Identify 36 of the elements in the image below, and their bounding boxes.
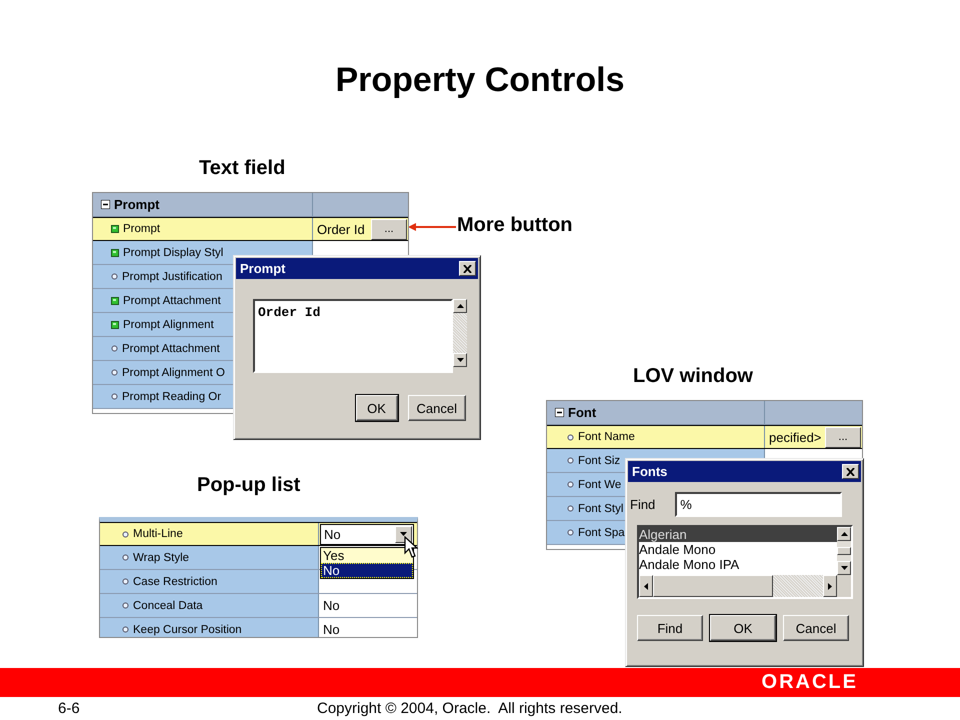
property-value: pecified>	[769, 430, 822, 444]
property-name: Font Siz	[578, 454, 620, 466]
property-name: Font We	[578, 478, 622, 490]
category-name: Font	[568, 405, 596, 420]
property-value: No	[323, 598, 340, 613]
property-name: Font Spa	[578, 526, 625, 538]
property-name: Wrap Style	[133, 552, 190, 564]
callout-label: Pop-up list	[197, 473, 300, 497]
dropdown-value: No	[323, 526, 342, 542]
dialog-title: Fonts	[632, 464, 668, 479]
property-name: Prompt	[123, 223, 160, 235]
field-label: Find	[630, 497, 656, 512]
property-name: Prompt Attachment	[123, 294, 221, 306]
logo: ORACLE	[762, 671, 858, 694]
property-name: Prompt Alignment O	[122, 366, 225, 378]
property-name: Prompt Attachment	[122, 342, 220, 354]
property-name: Prompt Reading Or	[122, 390, 222, 402]
callout-label: More button	[457, 213, 573, 237]
property-name: Case Restriction	[133, 576, 218, 588]
property-value: No	[323, 622, 340, 637]
find-value: %	[680, 497, 692, 512]
copyright-text: Copyright © 2004, Oracle. All rights reserved.	[317, 700, 622, 717]
property-name: Font Styl	[578, 502, 624, 514]
property-name: Font Name	[578, 431, 635, 443]
callout-label: Text field	[199, 156, 286, 180]
callout-label: LOV window	[633, 364, 753, 388]
property-name: Prompt Justification	[122, 270, 222, 282]
property-name: Prompt Alignment	[123, 318, 214, 330]
slide-title: Property Controls	[334, 60, 626, 100]
page-number: 6-6	[58, 700, 80, 717]
property-name: Multi-Line	[133, 528, 183, 540]
property-value: Order Id	[317, 222, 365, 236]
category-name: Prompt	[114, 197, 160, 212]
property-name: Conceal Data	[133, 600, 203, 612]
property-name: Prompt Display Styl	[123, 246, 224, 258]
property-name: Keep Cursor Position	[133, 624, 242, 636]
